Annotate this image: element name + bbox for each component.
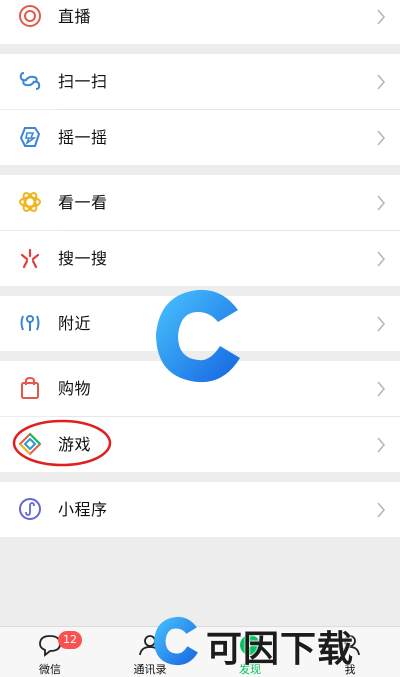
chevron-right-icon xyxy=(377,381,386,397)
chevron-right-icon xyxy=(377,502,386,518)
menu-label-look: 看一看 xyxy=(58,193,108,212)
chevron-right-icon xyxy=(377,437,386,453)
menu-label-nearby: 附近 xyxy=(58,314,92,333)
mini-program-icon xyxy=(19,498,41,520)
menu-item-search[interactable]: 搜一搜 xyxy=(0,231,400,286)
chevron-right-icon xyxy=(377,130,386,146)
watermark-text: 可因下载 xyxy=(206,629,355,670)
watermark-small-logo-icon xyxy=(154,616,198,666)
live-icon xyxy=(19,5,41,27)
menu-label-shopping: 购物 xyxy=(58,379,92,398)
menu-item-mini-programs[interactable]: 小程序 xyxy=(0,482,400,537)
menu-label-live: 直播 xyxy=(58,7,92,26)
menu-item-shake[interactable]: 摇一摇 xyxy=(0,110,400,165)
tab-label-chats: 微信 xyxy=(39,663,61,676)
chevron-right-icon xyxy=(377,251,386,267)
search-icon xyxy=(20,248,40,269)
menu-label-search: 搜一搜 xyxy=(58,249,108,268)
tab-chats[interactable]: 12 微信 xyxy=(0,627,100,677)
menu-item-live[interactable]: 直播 xyxy=(0,0,400,44)
menu-item-scan[interactable]: 扫一扫 xyxy=(0,54,400,109)
unread-badge: 12 xyxy=(58,631,82,649)
nearby-icon xyxy=(20,315,40,331)
watermark: 可因下载 xyxy=(150,614,400,670)
menu-label-scan: 扫一扫 xyxy=(58,72,108,91)
menu-label-shake: 摇一摇 xyxy=(58,128,108,147)
chevron-right-icon xyxy=(377,9,386,25)
chevron-right-icon xyxy=(377,74,386,90)
menu-label-mini-programs: 小程序 xyxy=(58,500,108,519)
watermark-logo-icon xyxy=(156,289,240,383)
chevron-right-icon xyxy=(377,195,386,211)
shake-icon xyxy=(19,127,41,147)
annotation-ellipse xyxy=(12,419,112,467)
chevron-right-icon xyxy=(377,316,386,332)
menu-item-look[interactable]: 看一看 xyxy=(0,175,400,230)
shopping-bag-icon xyxy=(21,376,39,399)
look-icon xyxy=(19,192,41,212)
scan-icon xyxy=(19,72,41,90)
